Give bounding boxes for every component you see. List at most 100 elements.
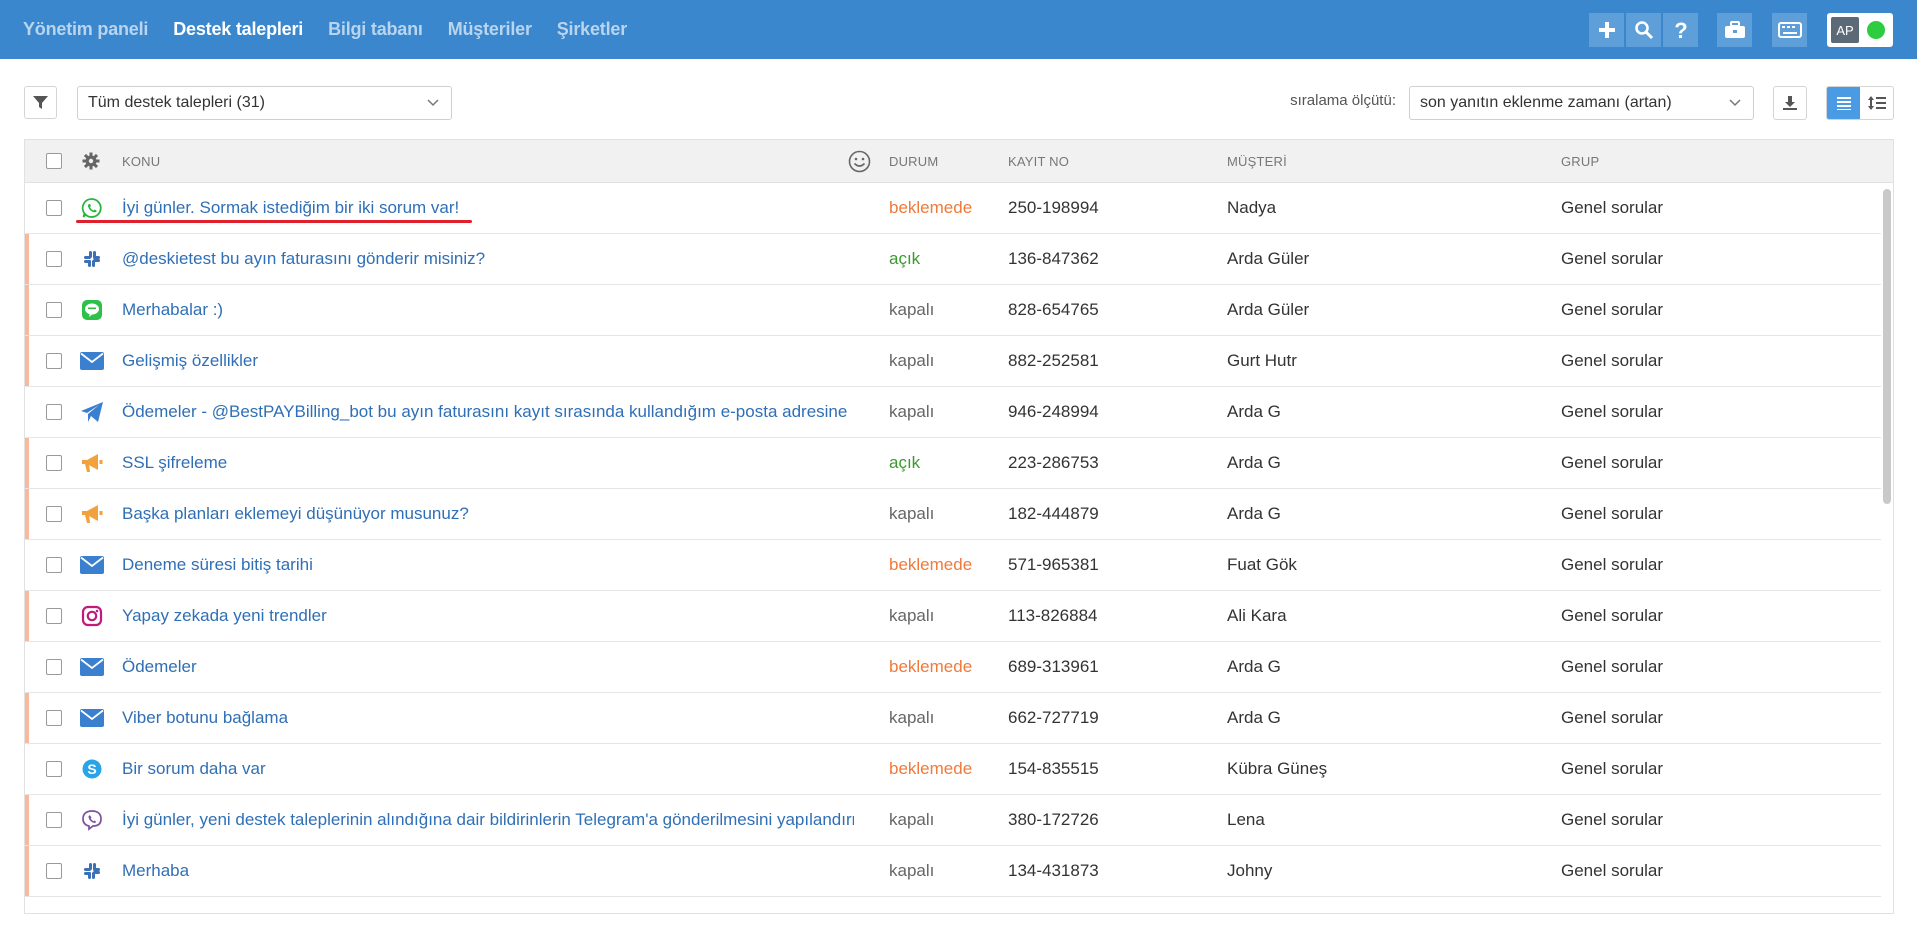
table-row[interactable]: Gelişmiş özellikler kapalı 882-252581 Gurt …: [25, 336, 1881, 387]
ticket-subject-link[interactable]: Başka planları eklemeyi düşünüyor musunu…: [122, 504, 854, 524]
status-badge: açık: [889, 453, 921, 472]
table-row[interactable]: S Bir sorum daha var beklemede 154-835515 Kü…: [25, 744, 1881, 795]
row-checkbox[interactable]: [46, 251, 62, 267]
status-badge: beklemede: [889, 555, 973, 574]
table-row[interactable]: Merhaba kapalı 134-431873 Johny Genel sorula…: [25, 846, 1881, 897]
nav-item-customers[interactable]: Müşteriler: [448, 19, 532, 40]
list-view-icon: [1836, 97, 1851, 110]
toolbar-extra: [1717, 13, 1754, 47]
ticket-view-selected: Tüm destek talepleri (31): [88, 94, 265, 111]
download-icon: [1783, 96, 1797, 110]
group-name: Genel sorular: [1561, 810, 1664, 829]
column-status[interactable]: DURUM: [889, 154, 938, 169]
ticket-subject-link[interactable]: İyi günler, yeni destek taleplerinin alı…: [122, 810, 854, 830]
record-number: 182-444879: [1008, 504, 1099, 523]
table-row[interactable]: İyi günler. Sormak istediğim bir iki sor…: [25, 183, 1881, 234]
ticket-subject-link[interactable]: Merhabalar :): [122, 300, 854, 320]
row-checkbox[interactable]: [46, 404, 62, 420]
status-badge: kapalı: [889, 606, 935, 625]
export-button[interactable]: [1773, 86, 1807, 120]
table-row[interactable]: Yapay zekada yeni trendler kapalı 113-8268…: [25, 591, 1881, 642]
row-checkbox[interactable]: [46, 608, 62, 624]
ticket-subject-link[interactable]: @deskietest bu ayın faturasını gönderir …: [122, 249, 854, 269]
status-badge: beklemede: [889, 759, 973, 778]
filter-button[interactable]: [24, 86, 57, 119]
customer-name: Gurt Hutr: [1227, 351, 1297, 370]
nav-item-knowledge-base[interactable]: Bilgi tabanı: [328, 19, 423, 40]
channel-icon-slot: [80, 502, 104, 526]
column-record-no[interactable]: KAYIT NO: [1008, 154, 1069, 169]
ticket-subject-link[interactable]: Deneme süresi bitiş tarihi: [122, 555, 854, 575]
row-checkbox[interactable]: [46, 761, 62, 777]
ticket-subject-link[interactable]: İyi günler. Sormak istediğim bir iki sor…: [122, 198, 854, 218]
help-button[interactable]: ?: [1663, 13, 1698, 47]
table-row[interactable]: Başka planları eklemeyi düşünüyor musunu…: [25, 489, 1881, 540]
table-row[interactable]: Viber botunu bağlama kapalı 662-727719 Arda…: [25, 693, 1881, 744]
briefcase-button[interactable]: [1717, 13, 1752, 47]
record-number: 154-835515: [1008, 759, 1099, 778]
table-row[interactable]: Ödemeler - @BestPAYBilling_bot bu ayın f…: [25, 387, 1881, 438]
row-checkbox[interactable]: [46, 710, 62, 726]
select-all-checkbox[interactable]: [46, 153, 62, 169]
search-button[interactable]: [1626, 13, 1661, 47]
group-name: Genel sorular: [1561, 351, 1664, 370]
row-checkbox[interactable]: [46, 506, 62, 522]
status-badge: beklemede: [889, 198, 973, 217]
status-badge: kapalı: [889, 861, 935, 880]
row-checkbox[interactable]: [46, 302, 62, 318]
ticket-subject-link[interactable]: Viber botunu bağlama: [122, 708, 854, 728]
channel-icon-slot: [80, 604, 104, 628]
row-checkbox[interactable]: [46, 455, 62, 471]
ticket-subject-link[interactable]: Yapay zekada yeni trendler: [122, 606, 854, 626]
table-scrollbar[interactable]: [1883, 189, 1891, 504]
ticket-subject-link[interactable]: Ödemeler - @BestPAYBilling_bot bu ayın f…: [122, 402, 854, 422]
channel-icon-slot: [80, 706, 104, 730]
plus-icon: [1598, 22, 1615, 38]
add-button[interactable]: [1589, 13, 1624, 47]
ticket-subject-link[interactable]: SSL şifreleme: [122, 453, 854, 473]
channel-icon-slot: [80, 247, 104, 271]
record-number: 250-198994: [1008, 198, 1099, 217]
row-checkbox[interactable]: [46, 557, 62, 573]
table-row[interactable]: @deskietest bu ayın faturasını gönderir …: [25, 234, 1881, 285]
row-checkbox[interactable]: [46, 200, 62, 216]
table-row[interactable]: Merhabalar :) kapalı 828-654765 Arda Güler G…: [25, 285, 1881, 336]
ticket-subject-link[interactable]: Bir sorum daha var: [122, 759, 854, 779]
ticket-rows: İyi günler. Sormak istediğim bir iki sor…: [25, 183, 1881, 897]
ticket-subject-link[interactable]: Ödemeler: [122, 657, 854, 677]
sort-select[interactable]: son yanıtın eklenme zamanı (artan): [1409, 86, 1754, 120]
filter-icon: [33, 96, 48, 109]
record-number: 882-252581: [1008, 351, 1099, 370]
unread-stripe: [25, 489, 29, 539]
user-menu[interactable]: AP: [1827, 13, 1893, 47]
column-group[interactable]: GRUP: [1561, 154, 1599, 169]
gear-icon[interactable]: [82, 152, 100, 170]
table-row[interactable]: Deneme süresi bitiş tarihi beklemede 571-9…: [25, 540, 1881, 591]
nav-item-tickets[interactable]: Destek talepleri: [173, 19, 303, 40]
channel-icon-slot: [80, 553, 104, 577]
row-checkbox[interactable]: [46, 353, 62, 369]
compact-view-button[interactable]: [1860, 87, 1893, 119]
table-row[interactable]: İyi günler, yeni destek taleplerinin alı…: [25, 795, 1881, 846]
nav-item-dashboard[interactable]: Yönetim paneli: [23, 19, 148, 40]
keyboard-shortcuts-button[interactable]: [1772, 13, 1807, 47]
table-row[interactable]: Ödemeler beklemede 689-313961 Arda G Genel s…: [25, 642, 1881, 693]
column-customer[interactable]: MÜŞTERİ: [1227, 154, 1287, 169]
column-subject[interactable]: KONU: [122, 154, 160, 169]
table-row[interactable]: SSL şifreleme açık 223-286753 Arda G Genel s…: [25, 438, 1881, 489]
slack-icon: [84, 251, 100, 267]
search-icon: [1634, 21, 1653, 40]
customer-name: Arda G: [1227, 657, 1281, 676]
row-checkbox[interactable]: [46, 812, 62, 828]
row-checkbox[interactable]: [46, 659, 62, 675]
channel-icon-slot: [80, 298, 104, 322]
ticket-subject-link[interactable]: Merhaba: [122, 861, 854, 881]
row-checkbox[interactable]: [46, 863, 62, 879]
ticket-view-select[interactable]: Tüm destek talepleri (31): [77, 86, 452, 120]
smiley-icon[interactable]: [848, 150, 871, 173]
channel-icon-slot: S: [80, 757, 104, 781]
record-number: 134-431873: [1008, 861, 1099, 880]
nav-item-companies[interactable]: Şirketler: [557, 19, 627, 40]
list-view-button[interactable]: [1827, 87, 1860, 119]
ticket-subject-link[interactable]: Gelişmiş özellikler: [122, 351, 854, 371]
